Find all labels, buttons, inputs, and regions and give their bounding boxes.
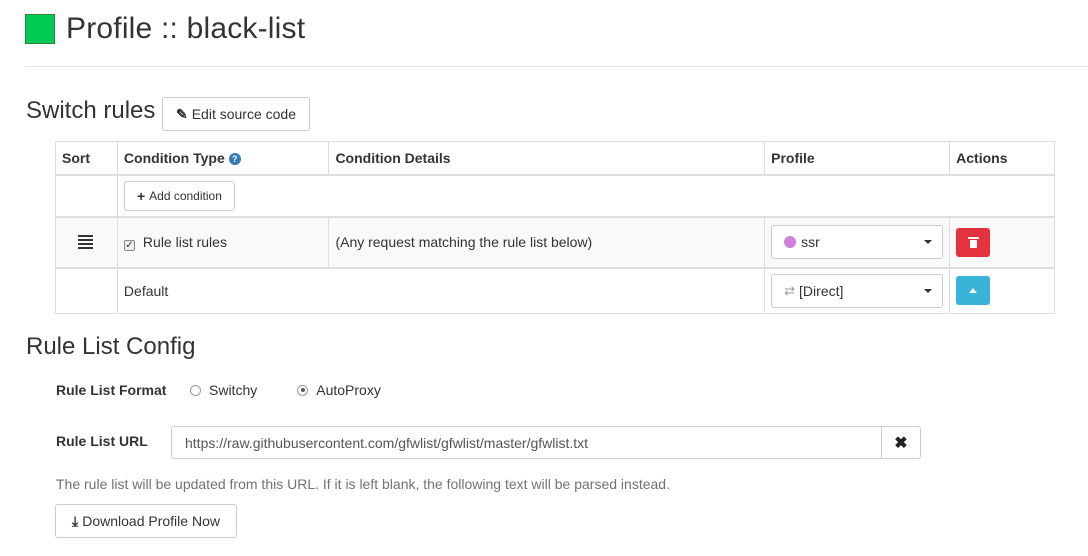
divider [25,66,1088,67]
rule-list-format-radios: Switchy AutoProxy [190,382,381,398]
chevron-up-icon [969,288,978,294]
globe-icon [784,236,797,248]
add-condition-row: + Add condition [55,174,1056,217]
caret-down-icon [924,240,933,244]
format-autoproxy-label: AutoProxy [316,382,381,398]
default-label: Default [116,266,766,314]
clear-url-button[interactable]: ✖ [881,426,921,459]
col-profile: Profile [764,141,951,176]
caret-down-icon [924,288,933,293]
rule-profile-value: ssr [801,234,820,250]
trash-icon [967,236,979,248]
download-profile-button[interactable]: ⤓ Download Profile Now [55,504,237,538]
default-profile-select[interactable]: ⇄ [Direct] [771,273,944,308]
add-condition-button[interactable]: + Add condition [123,180,235,211]
condition-details: (Any request matching the rule list belo… [328,215,766,268]
default-profile-value: [Direct] [799,282,844,299]
download-profile-label: Download Profile Now [82,513,220,529]
table-header-row: Sort Condition Type? Condition Details P… [55,141,1055,176]
plus-icon: + [136,187,146,204]
rule-list-url-input[interactable]: https://raw.githubusercontent.com/gfwlis… [171,426,881,459]
edit-source-code-button[interactable]: ✎ Edit source code [162,97,310,131]
format-option-autoproxy[interactable]: AutoProxy [297,382,381,398]
col-sort: Sort [55,141,118,176]
col-condition-type-label: Condition Type [123,149,225,166]
rule-list-url-label: Rule List URL [56,433,148,449]
exchange-icon: ⇄ [784,282,796,298]
col-condition-type: Condition Type? [116,141,330,176]
col-actions: Actions [949,141,1055,176]
rule-list-format-label: Rule List Format [56,382,167,398]
sort-handle-icon[interactable] [78,235,94,249]
table-row: ✓ Rule list rules (Any request matching t… [55,215,1055,268]
default-rule-row: Default ⇄ [Direct] [55,266,1055,314]
move-up-button[interactable] [956,276,991,306]
edit-source-code-label: Edit source code [191,106,297,122]
switch-rules-table: Sort Condition Type? Condition Details P… [55,141,1056,314]
page-header: Profile :: black-list [25,10,305,48]
delete-rule-button[interactable] [956,227,991,257]
condition-type: Rule list rules [142,233,227,250]
radio-switchy[interactable] [190,384,201,396]
col-condition-details: Condition Details [328,141,766,176]
help-icon[interactable]: ? [228,152,241,165]
page-title: Profile :: black-list [66,12,306,45]
close-icon: ✖ [894,434,908,452]
help-text: The rule list will be updated from this … [56,476,670,492]
rule-enabled-checkbox[interactable]: ✓ [123,239,135,251]
format-switchy-label: Switchy [209,382,258,398]
profile-color-swatch[interactable] [25,14,55,44]
radio-autoproxy[interactable] [297,384,309,396]
switch-rules-title: Switch rules [26,97,156,124]
add-condition-label: Add condition [149,188,222,203]
rule-profile-select[interactable]: ssr [771,225,944,259]
rule-list-url-group: https://raw.githubusercontent.com/gfwlis… [171,426,921,459]
rule-list-config-title: Rule List Config [26,333,196,360]
format-option-switchy[interactable]: Switchy [190,382,257,398]
download-icon: ⤓ [72,512,79,529]
edit-icon: ✎ [175,105,188,122]
